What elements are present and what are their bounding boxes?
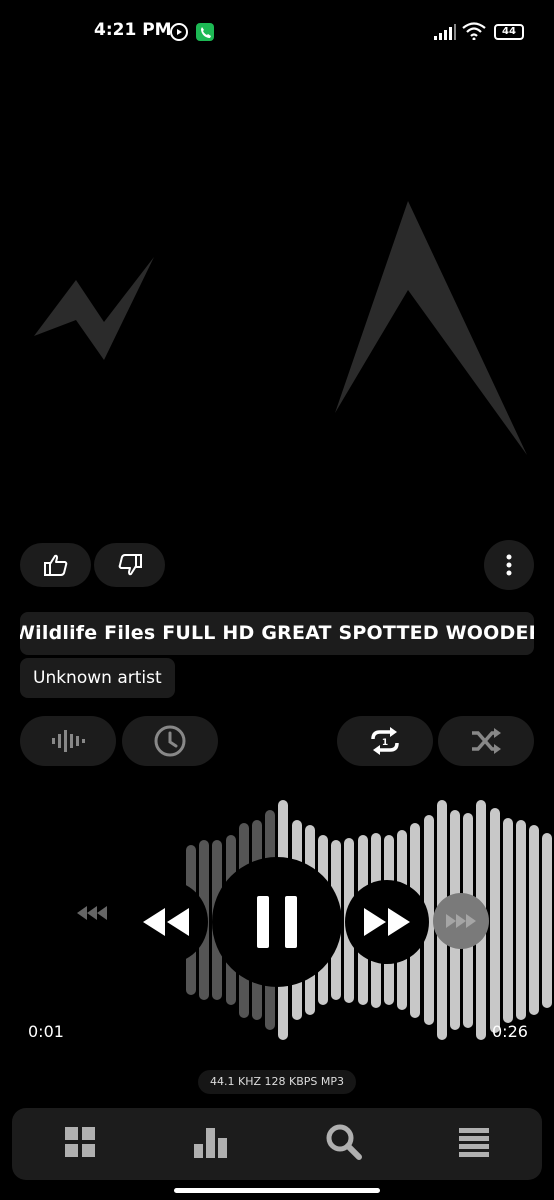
skip-next-button[interactable]: [433, 893, 489, 949]
equalizer-button[interactable]: [20, 716, 116, 766]
grid-icon: [65, 1127, 95, 1157]
thumbs-down-icon: [118, 554, 142, 576]
battery-icon: 44: [494, 24, 524, 40]
rewind-icon: [143, 908, 189, 936]
artist-name[interactable]: Unknown artist: [20, 658, 175, 698]
fast-forward-icon: [364, 908, 410, 936]
bar-chart-icon: [194, 1128, 227, 1158]
track-title-box: Wildlife Files FULL HD GREAT SPOTTED WOO…: [20, 612, 534, 655]
audio-quality-badge: 44.1 KHZ 128 KBPS MP3: [198, 1070, 356, 1094]
nav-search-button[interactable]: [324, 1122, 364, 1162]
dislike-button[interactable]: [94, 543, 165, 587]
shuffle-button[interactable]: [438, 716, 534, 766]
phone-status-icon: [196, 23, 214, 41]
menu-icon: [459, 1128, 489, 1157]
signal-icon: [434, 24, 456, 44]
waveform-bar: [502, 817, 513, 1023]
skip-previous-icon: [77, 906, 107, 920]
sleep-timer-button[interactable]: [122, 716, 218, 766]
skip-previous-button[interactable]: [76, 904, 108, 926]
duration-time: 0:26: [492, 1022, 528, 1041]
search-icon: [326, 1124, 362, 1160]
album-art-waveform-icon: [30, 195, 530, 461]
status-time: 4:21 PM: [94, 20, 172, 40]
clock-icon: [154, 725, 186, 757]
waveform-bar: [529, 825, 540, 1015]
repeat-button[interactable]: 1: [337, 716, 433, 766]
more-options-button[interactable]: [484, 540, 534, 590]
track-title: Wildlife Files FULL HD GREAT SPOTTED WOO…: [20, 622, 534, 644]
repeat-one-icon: 1: [371, 727, 399, 755]
waveform-bar: [489, 807, 500, 1033]
pause-icon: [257, 896, 297, 948]
nav-charts-button[interactable]: [190, 1122, 230, 1162]
wifi-icon: [462, 22, 486, 44]
thumbs-up-icon: [43, 554, 67, 576]
bottom-navigation: [12, 1108, 542, 1180]
skip-next-icon: [446, 914, 476, 928]
fast-forward-button[interactable]: [345, 880, 429, 964]
play-status-icon: [170, 23, 188, 41]
waveform-bar: [516, 820, 526, 1020]
like-button[interactable]: [20, 543, 91, 587]
waveform-bar: [542, 832, 553, 1008]
rewind-button[interactable]: [124, 880, 208, 964]
nav-library-button[interactable]: [60, 1122, 100, 1162]
shuffle-icon: [472, 728, 501, 754]
more-vertical-icon: [506, 554, 512, 576]
home-indicator: [174, 1188, 380, 1193]
equalizer-icon: [52, 730, 85, 752]
svg-text:1: 1: [382, 738, 388, 748]
nav-menu-button[interactable]: [454, 1122, 494, 1162]
play-pause-button[interactable]: [212, 857, 342, 987]
elapsed-time: 0:01: [28, 1022, 64, 1041]
